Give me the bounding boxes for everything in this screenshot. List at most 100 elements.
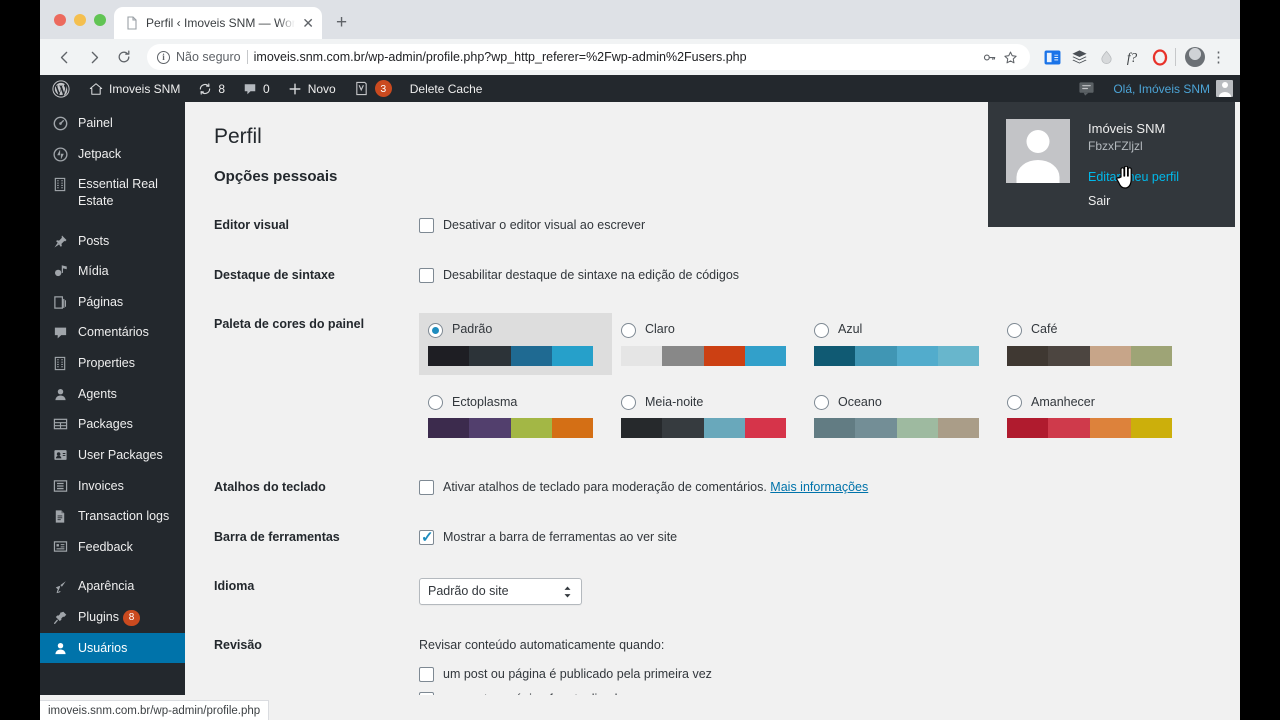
- swatch-1: [1007, 418, 1049, 439]
- close-tab-button[interactable]: ✕: [302, 16, 314, 30]
- site-name-menu[interactable]: Imoveis SNM: [80, 75, 189, 102]
- color-scheme-radio[interactable]: [621, 322, 636, 338]
- wordpress-logo-menu[interactable]: [40, 75, 80, 102]
- sidebar-item-plugins[interactable]: Plugins 8: [40, 602, 185, 633]
- color-option-ectoplasma[interactable]: Ectoplasma: [419, 386, 612, 448]
- disable-visual-editor-checkbox[interactable]: [419, 218, 434, 234]
- forward-button[interactable]: [80, 43, 108, 71]
- new-tab-button[interactable]: +: [336, 13, 347, 32]
- color-swatches: [1007, 345, 1172, 366]
- reload-button[interactable]: [110, 43, 138, 71]
- color-scheme-radio[interactable]: [1007, 395, 1022, 411]
- disable-syntax-highlight-checkbox[interactable]: [419, 267, 434, 283]
- sidebar-item-midia[interactable]: Mídia: [40, 256, 185, 287]
- color-option-amanhecer[interactable]: Amanhecer: [998, 386, 1191, 448]
- color-scheme-name: Ectoplasma: [452, 394, 518, 409]
- browser-window: Perfil ‹ Imoveis SNM — WordPr ✕ + i Não …: [40, 0, 1240, 720]
- sidebar-item-label: Feedback: [78, 539, 133, 554]
- key-icon[interactable]: [982, 50, 997, 65]
- delete-cache-button[interactable]: Delete Cache: [401, 75, 492, 102]
- color-swatches: [621, 345, 786, 366]
- seo-menu[interactable]: 3: [345, 75, 401, 102]
- f-question-icon[interactable]: f?: [1124, 48, 1142, 66]
- row-keyboard-shortcuts: Atalhos do teclado Ativar atalhos de tec…: [214, 463, 1240, 513]
- drop-icon[interactable]: [1097, 48, 1115, 66]
- sidebar-item-essential-real-estate[interactable]: Essential Real Estate: [40, 169, 185, 216]
- logout-link[interactable]: Sair: [1088, 194, 1179, 208]
- row-label: Atalhos do teclado: [214, 480, 326, 495]
- window-controls[interactable]: [50, 0, 114, 39]
- browser-tab[interactable]: Perfil ‹ Imoveis SNM — WordPr ✕: [114, 7, 322, 39]
- brush-icon: [51, 578, 69, 594]
- new-content-menu[interactable]: Novo: [279, 75, 345, 102]
- sidebar-item-user-packages[interactable]: User Packages: [40, 440, 185, 471]
- my-account-menu[interactable]: Olá, Imóveis SNM: [1104, 75, 1240, 102]
- back-button[interactable]: [50, 43, 78, 71]
- site-info-icon[interactable]: i: [157, 50, 170, 64]
- maximize-window-button[interactable]: [94, 13, 106, 26]
- color-scheme-radio[interactable]: [1007, 322, 1022, 338]
- minimize-window-button[interactable]: [74, 13, 86, 26]
- revision-first-publish-checkbox[interactable]: [419, 666, 434, 682]
- swatch-3: [896, 345, 938, 366]
- show-toolbar-checkbox[interactable]: [419, 527, 434, 548]
- keyboard-shortcuts-checkbox[interactable]: [419, 480, 434, 496]
- color-option-claro[interactable]: Claro: [612, 313, 805, 375]
- close-window-button[interactable]: [54, 13, 66, 26]
- media-icon: [51, 263, 69, 279]
- bookmark-panel-icon[interactable]: [1043, 48, 1061, 66]
- notifications-menu[interactable]: [1069, 75, 1104, 102]
- sidebar-item-invoices[interactable]: Invoices: [40, 471, 185, 502]
- swatch-3: [703, 345, 745, 366]
- color-scheme-radio[interactable]: [814, 322, 829, 338]
- edit-profile-link[interactable]: Editar meu perfil: [1088, 170, 1179, 184]
- sidebar-item-aparencia[interactable]: Aparência: [40, 571, 185, 602]
- color-option-azul[interactable]: Azul: [805, 313, 998, 375]
- menu-separator: [40, 562, 185, 571]
- dashboard-icon: [51, 115, 69, 131]
- more-info-link[interactable]: Mais informações: [770, 480, 868, 494]
- sidebar-item-packages[interactable]: Packages: [40, 409, 185, 440]
- sidebar-item-usuarios[interactable]: Usuários: [40, 632, 185, 664]
- opera-o-icon[interactable]: [1151, 48, 1169, 66]
- color-scheme-radio[interactable]: [814, 395, 829, 411]
- color-option-padrao[interactable]: Padrão: [419, 313, 612, 375]
- sidebar-item-label: Painel: [78, 116, 113, 130]
- extension-icons: f?: [1039, 48, 1169, 66]
- color-scheme-name: Padrão: [452, 322, 493, 337]
- tab-title: Perfil ‹ Imoveis SNM — WordPr: [146, 16, 296, 30]
- sidebar-item-comentarios[interactable]: Comentários: [40, 317, 185, 348]
- sidebar-item-label: Properties: [78, 356, 135, 370]
- sidebar-item-agents[interactable]: Agents: [40, 379, 185, 410]
- color-scheme-radio[interactable]: [621, 395, 636, 411]
- syntax-highlight-field: Desabilitar destaque de sintaxe na ediçã…: [419, 267, 1230, 285]
- browser-profile-avatar[interactable]: [1185, 47, 1205, 67]
- color-scheme-radio[interactable]: [428, 322, 443, 338]
- bookmark-star-icon[interactable]: [1003, 50, 1018, 65]
- sidebar-item-jetpack[interactable]: Jetpack: [40, 139, 185, 170]
- language-select[interactable]: Padrão do site: [419, 578, 582, 606]
- color-option-cafe[interactable]: Café: [998, 313, 1191, 375]
- comments-menu[interactable]: 0: [234, 75, 279, 102]
- updates-menu[interactable]: 8: [189, 75, 234, 102]
- sidebar-item-paginas[interactable]: Páginas: [40, 287, 185, 318]
- sidebar-item-feedback[interactable]: Feedback: [40, 532, 185, 563]
- color-option-meia-noite[interactable]: Meia-noite: [612, 386, 805, 448]
- pages-icon: [51, 294, 69, 310]
- layers-icon[interactable]: [1070, 48, 1088, 66]
- color-option-oceano[interactable]: Oceano: [805, 386, 998, 448]
- color-swatches: [621, 418, 786, 439]
- revision-updated-checkbox[interactable]: [419, 692, 434, 695]
- sidebar-item-painel[interactable]: Painel: [40, 108, 185, 139]
- revision-option-1: um post ou página é publicado pela prime…: [419, 666, 1230, 684]
- svg-text:f?: f?: [1126, 50, 1137, 65]
- address-bar[interactable]: i Não seguro imoveis.snm.com.br/wp-admin…: [147, 44, 1030, 70]
- sidebar-item-properties[interactable]: Properties: [40, 348, 185, 379]
- sidebar-item-transaction-logs[interactable]: Transaction logs: [40, 501, 185, 532]
- sidebar-item-posts[interactable]: Posts: [40, 226, 185, 257]
- chrome-menu-button[interactable]: ⋮: [1207, 48, 1230, 66]
- color-scheme-radio[interactable]: [428, 395, 443, 411]
- plugins-update-badge: 8: [123, 609, 140, 626]
- site-name-label: Imoveis SNM: [109, 81, 181, 96]
- sidebar-item-label: Posts: [78, 233, 110, 248]
